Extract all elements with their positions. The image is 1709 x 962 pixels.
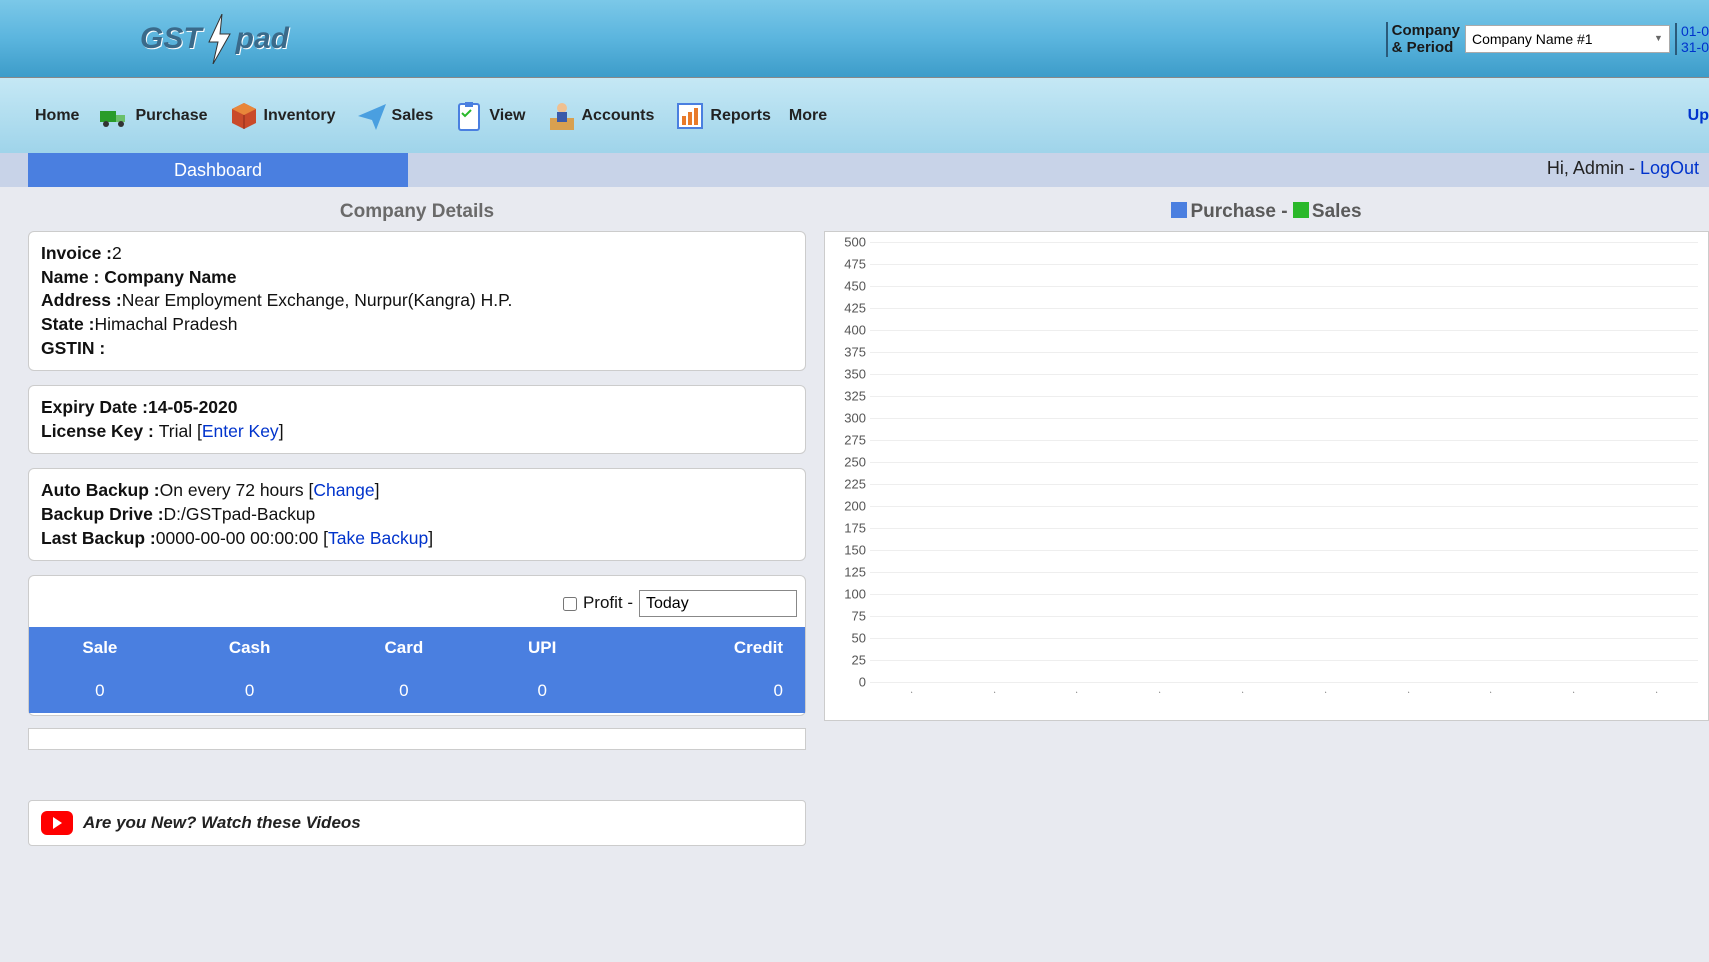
chart-container: 0255075100125150175200225250275300325350… [824, 231, 1709, 721]
truck-icon [97, 98, 133, 134]
main-menu: Home Purchase Inventory Sales View Accou… [0, 78, 1709, 153]
backup-card: Auto Backup :On every 72 hours [Change] … [28, 468, 806, 561]
table-row: Sale Cash Card UPI Credit [29, 627, 805, 670]
person-box-icon [544, 98, 580, 134]
videos-card[interactable]: Are you New? Watch these Videos [28, 800, 806, 846]
profit-checkbox[interactable] [563, 597, 577, 611]
stats-card: Profit - Today Sale Cash Card UPI Credit [28, 575, 806, 716]
take-backup-link[interactable]: Take Backup [328, 528, 428, 548]
right-column: Purchase - Sales 02550751001251501752002… [824, 195, 1709, 846]
change-backup-link[interactable]: Change [313, 480, 374, 500]
box-icon [226, 98, 262, 134]
logout-link[interactable]: LogOut [1640, 158, 1699, 178]
company-period-selector: Company & Period Company Name #1 01-0 31… [1386, 22, 1709, 57]
app-header: GST pad Company & Period Company Name #1… [0, 0, 1709, 78]
send-icon [354, 98, 390, 134]
menu-sales[interactable]: Sales [354, 98, 434, 134]
videos-title: Are you New? Watch these Videos [83, 813, 361, 833]
stats-table: Sale Cash Card UPI Credit 0 0 0 0 0 [29, 627, 805, 713]
legend-purchase-swatch [1171, 202, 1187, 218]
lightning-icon [204, 14, 234, 64]
menu-home[interactable]: Home [35, 107, 79, 125]
menu-more[interactable]: More [789, 107, 827, 125]
menu-update-link[interactable]: Up [1688, 107, 1709, 125]
legend-sales-swatch [1293, 202, 1309, 218]
menu-purchase[interactable]: Purchase [97, 98, 207, 134]
company-details-title: Company Details [28, 195, 806, 231]
tab-row: Dashboard Hi, Admin - LogOut [0, 153, 1709, 187]
tab-dashboard[interactable]: Dashboard [28, 153, 408, 187]
license-card: Expiry Date :14-05-2020 License Key : Tr… [28, 385, 806, 454]
logo-text-right: pad [236, 22, 289, 56]
company-select[interactable]: Company Name #1 [1465, 25, 1670, 53]
content-area: Company Details Invoice :2 Name : Compan… [0, 187, 1709, 846]
menu-view[interactable]: View [451, 98, 525, 134]
profit-row: Profit - Today [29, 576, 805, 627]
user-greeting: Hi, Admin - LogOut [1547, 158, 1699, 179]
logo-text-left: GST [140, 22, 202, 56]
chart-icon [672, 98, 708, 134]
period-dates[interactable]: 01-0 31-0 [1675, 23, 1709, 55]
table-row: 0 0 0 0 0 [29, 670, 805, 713]
company-period-label: Company & Period [1386, 22, 1460, 57]
company-info-card: Invoice :2 Name : Company Name Address :… [28, 231, 806, 371]
app-logo: GST pad [140, 14, 289, 64]
enter-key-link[interactable]: Enter Key [202, 421, 279, 441]
left-column: Company Details Invoice :2 Name : Compan… [28, 195, 806, 846]
menu-inventory[interactable]: Inventory [226, 98, 336, 134]
chart-legend: Purchase - Sales [824, 195, 1709, 231]
youtube-icon [41, 811, 73, 835]
clipboard-icon [451, 98, 487, 134]
menu-accounts[interactable]: Accounts [544, 98, 655, 134]
empty-row [28, 728, 806, 750]
menu-reports[interactable]: Reports [672, 98, 770, 134]
stats-period-select[interactable]: Today [639, 590, 797, 617]
